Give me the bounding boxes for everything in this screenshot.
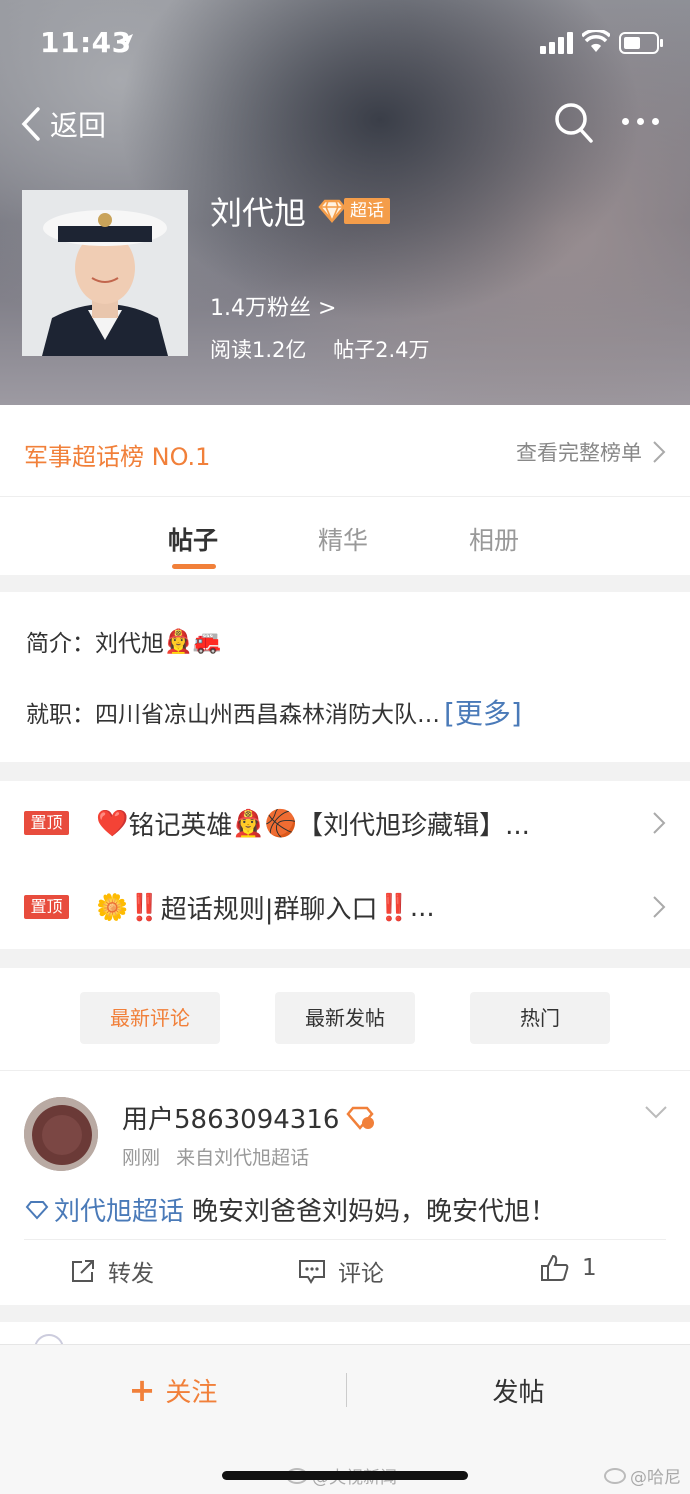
like-button[interactable]: 1 <box>540 1254 597 1282</box>
diamond-level-icon <box>346 1106 375 1130</box>
new-post-label: 发帖 <box>492 1377 545 1408</box>
topic-header: 11:43 返回 刘代旭 超话 1.4万粉丝 > 阅读1.2亿 帖子2.4万 <box>0 0 690 405</box>
diamond-icon <box>25 1200 49 1219</box>
full-rank-link[interactable]: 查看完整榜单 <box>516 437 666 467</box>
cellular-signal-icon <box>540 32 573 54</box>
comment-icon <box>299 1260 325 1284</box>
bottom-action-bar: + 关注 发帖 @央视新闻 @哈尼 <box>0 1344 690 1494</box>
intro-value: 刘代旭 <box>95 631 164 657</box>
topic-name: 刘代旭 <box>210 194 307 232</box>
like-count: 1 <box>582 1255 597 1281</box>
pinned-tag: 置顶 <box>24 895 69 919</box>
comment-label: 评论 <box>338 1261 384 1287</box>
filter-hot[interactable]: 热门 <box>470 992 610 1044</box>
pinned-tag: 置顶 <box>24 811 69 835</box>
filter-latest-posts[interactable]: 最新发帖 <box>275 992 415 1044</box>
search-icon[interactable] <box>554 102 594 144</box>
more-link[interactable]: [更多] <box>444 692 522 732</box>
heart-emoji: ❤️ <box>96 808 129 839</box>
intro-label: 简介： <box>26 631 95 657</box>
job-line: 就职： 四川省凉山州西昌森林消防大队… [更多] <box>26 692 522 732</box>
post-user: 用户5863094316 <box>122 1099 375 1136</box>
chevron-right-icon <box>653 441 666 463</box>
sort-filters: 最新评论 最新发帖 热门 <box>0 968 690 1071</box>
pinned-title-text: 超话规则|群聊入口 <box>160 895 378 925</box>
post-source: 来自刘代旭超话 <box>176 1147 310 1169</box>
pinned-title: 🌼‼️ 超话规则|群聊入口 ‼️ ... <box>96 889 435 926</box>
read-count: 阅读1.2亿 <box>210 338 307 362</box>
thumbs-up-icon <box>541 1254 569 1281</box>
avatar[interactable] <box>24 1097 98 1171</box>
pinned-title-suffix: ... <box>409 892 435 923</box>
post-actions: 转发 评论 1 <box>24 1239 666 1305</box>
wifi-icon <box>582 30 610 52</box>
topic-stats: 阅读1.2亿 帖子2.4万 <box>210 334 430 364</box>
home-indicator[interactable] <box>222 1471 468 1480</box>
pinned-item[interactable]: 置顶 ❤️ 铭记英雄 👩‍🚒🏀 【刘代旭珍藏辑】... <box>0 781 690 865</box>
tab-featured[interactable]: 精华 <box>318 521 368 557</box>
fans-count-link[interactable]: 1.4万粉丝 > <box>210 290 336 322</box>
tab-indicator <box>172 564 216 569</box>
chevron-left-icon <box>21 107 40 141</box>
job-label: 就职： <box>26 702 95 728</box>
weibo-icon <box>604 1467 626 1484</box>
chaohua-label: 超话 <box>344 198 391 224</box>
pinned-title-suffix: 【刘代旭珍藏辑】... <box>297 811 530 841</box>
more-options-button[interactable] <box>622 118 659 125</box>
repost-button[interactable]: 转发 <box>70 1254 154 1288</box>
chevron-right-icon <box>653 896 666 918</box>
tab-posts[interactable]: 帖子 <box>168 521 218 557</box>
pinned-posts: 置顶 ❤️ 铭记英雄 👩‍🚒🏀 【刘代旭珍藏辑】... 置顶 🌼‼️ 超话规则|… <box>0 781 690 949</box>
firefighter-emoji: 👩‍🚒🚒 <box>164 628 222 655</box>
post-meta: 刚刚 来自刘代旭超话 <box>122 1143 309 1170</box>
topic-link[interactable]: 刘代旭超话 <box>54 1191 184 1228</box>
rank-row[interactable]: 军事超话榜 NO.1 查看完整榜单 <box>0 405 690 497</box>
pinned-item[interactable]: 置顶 🌼‼️ 超话规则|群聊入口 ‼️ ... <box>0 865 690 949</box>
topic-tabs: 帖子 精华 相册 <box>0 497 690 575</box>
tab-album[interactable]: 相册 <box>469 521 519 557</box>
nav-bar: 返回 <box>0 100 690 148</box>
comment-button[interactable]: 评论 <box>298 1254 384 1288</box>
full-rank-label: 查看完整榜单 <box>516 441 642 465</box>
post-body: 刘代旭超话 晚安刘爸爸刘妈妈，晚安代旭！ <box>24 1191 556 1228</box>
topic-intro: 简介： 刘代旭 👩‍🚒🚒 就职： 四川省凉山州西昌森林消防大队… [更多] <box>0 592 690 762</box>
status-bar: 11:43 <box>0 24 690 64</box>
chevron-right-icon <box>653 812 666 834</box>
pinned-title-emoji: ‼️ <box>377 892 410 923</box>
chevron-down-icon[interactable] <box>644 1105 668 1119</box>
post-time: 刚刚 <box>122 1147 161 1169</box>
filter-latest-comments[interactable]: 最新评论 <box>80 992 220 1044</box>
post-count: 帖子2.4万 <box>333 338 430 362</box>
repost-label: 转发 <box>108 1261 154 1287</box>
location-arrow-icon <box>119 34 133 48</box>
rank-title: 军事超话榜 NO.1 <box>24 443 211 471</box>
post-text: 晚安刘爸爸刘妈妈，晚安代旭！ <box>192 1197 557 1227</box>
post-username[interactable]: 用户5863094316 <box>122 1099 339 1136</box>
flower-emoji: 🌼‼️ <box>96 892 161 923</box>
watermark: @哈尼 <box>604 1463 681 1488</box>
follow-button[interactable]: + 关注 <box>0 1345 346 1435</box>
pinned-title-text: 铭记英雄 <box>128 811 233 841</box>
job-value: 四川省凉山州西昌森林消防大队… <box>95 702 440 728</box>
pinned-title-emoji: 👩‍🚒🏀 <box>232 808 298 839</box>
plus-icon: + <box>128 1371 156 1409</box>
chaohua-badge: 超话 <box>316 198 391 224</box>
share-icon <box>72 1260 94 1282</box>
topic-avatar <box>22 190 188 356</box>
back-label: 返回 <box>50 109 107 142</box>
battery-icon <box>619 32 663 54</box>
topic-name-row: 刘代旭 超话 <box>210 188 391 234</box>
feed-post: 用户5863094316 刚刚 来自刘代旭超话 刘代旭超话 晚安刘爸爸刘妈妈，晚… <box>0 1071 690 1305</box>
watermark-text: @哈尼 <box>630 1468 681 1488</box>
new-post-button[interactable]: 发帖 <box>347 1345 690 1435</box>
pinned-title: ❤️ 铭记英雄 👩‍🚒🏀 【刘代旭珍藏辑】... <box>96 805 530 842</box>
back-button[interactable]: 返回 <box>20 102 106 146</box>
follow-label: 关注 <box>165 1377 218 1408</box>
intro-line: 简介： 刘代旭 👩‍🚒🚒 <box>26 624 221 658</box>
